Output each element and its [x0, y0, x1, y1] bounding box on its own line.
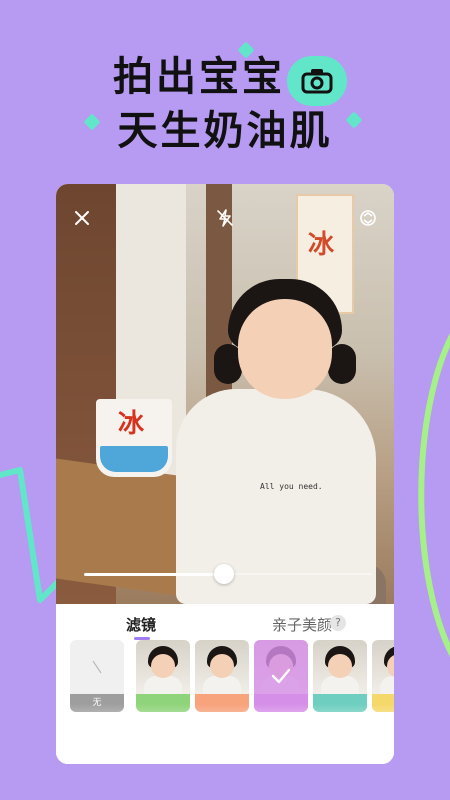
bottom-fade — [56, 704, 394, 764]
thumb-face — [151, 654, 175, 678]
headline: 拍出宝宝 天生奶油肌 — [0, 52, 450, 156]
camera-switch-icon — [360, 210, 376, 226]
filter-item-selected[interactable] — [254, 640, 308, 712]
intensity-slider-track[interactable] — [224, 573, 372, 575]
flash-toggle-button[interactable] — [213, 206, 237, 230]
check-icon — [271, 668, 291, 684]
filter-item[interactable] — [313, 640, 367, 712]
filter-item[interactable] — [136, 640, 190, 712]
flash-off-icon — [217, 209, 233, 227]
photo-shirt-text: All you need. — [260, 482, 323, 491]
photo-sign-text: 冰 — [308, 230, 335, 260]
intensity-slider-handle[interactable] — [214, 564, 234, 584]
thumb-face — [210, 654, 234, 678]
close-icon — [75, 211, 89, 225]
headline-line-2: 天生奶油肌 — [117, 108, 333, 154]
filter-thumbnail — [136, 640, 190, 694]
thumb-body — [203, 676, 241, 694]
headline-line-1: 拍出宝宝 — [113, 54, 285, 100]
filter-thumbnail — [372, 640, 394, 694]
decorative-arc-right — [418, 333, 450, 657]
thumb-body — [144, 676, 182, 694]
photo-cup-text: 冰 — [118, 409, 145, 439]
filter-item-none[interactable]: 无 — [70, 640, 124, 712]
camera-preview[interactable]: 冰 冰 All you need. — [56, 184, 394, 604]
tab-parent-child-beauty[interactable]: 亲子美颜 — [272, 614, 332, 635]
photo-child-body — [176, 389, 376, 604]
thumb-face — [328, 654, 352, 678]
camera-preview-card: 冰 冰 All you need. 滤镜 亲子美颜 ? 无 — [56, 184, 394, 764]
no-filter-icon — [92, 660, 102, 674]
close-button[interactable] — [70, 206, 94, 230]
filter-thumbnail — [195, 640, 249, 694]
filter-item[interactable] — [372, 640, 394, 712]
camera-icon — [301, 69, 333, 94]
thumb-body — [380, 676, 394, 694]
selected-overlay — [254, 640, 308, 712]
photo-pigtail-right — [328, 344, 356, 384]
filter-item[interactable] — [195, 640, 249, 712]
tab-filter[interactable]: 滤镜 — [126, 614, 156, 635]
thumb-body — [321, 676, 359, 694]
intensity-slider-fill — [84, 573, 224, 576]
camera-badge — [287, 56, 347, 106]
switch-camera-button[interactable] — [356, 206, 380, 230]
filter-thumbnail — [313, 640, 367, 694]
help-icon[interactable]: ? — [330, 615, 346, 631]
photo-face — [238, 299, 332, 399]
photo-cup-wave — [100, 446, 168, 472]
no-filter-thumbnail — [70, 640, 124, 694]
